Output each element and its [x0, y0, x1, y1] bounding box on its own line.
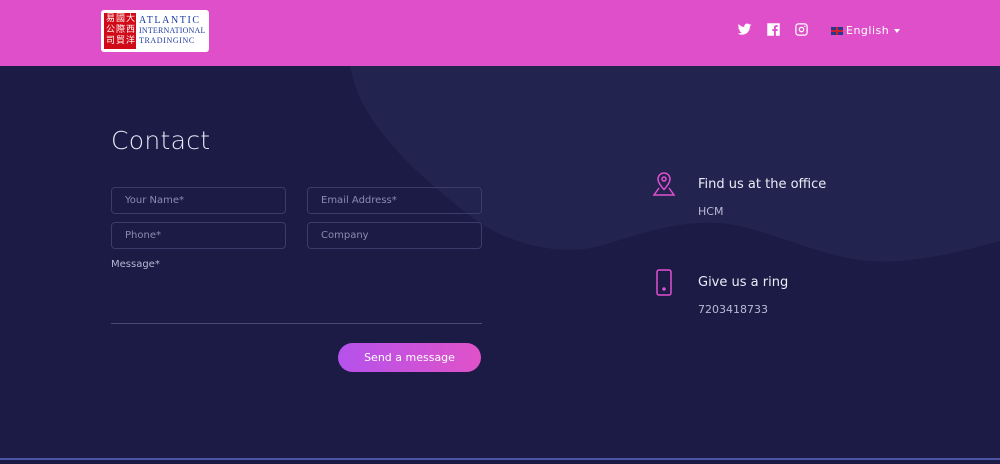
facebook-icon [767, 23, 780, 36]
twitter-link[interactable] [737, 22, 752, 37]
instagram-link[interactable] [794, 22, 809, 37]
facebook-link[interactable] [766, 22, 781, 37]
language-label: English [846, 24, 890, 37]
logo-line-1: ATLANTIC [139, 15, 201, 26]
footer-divider [0, 458, 1000, 460]
office-title: Find us at the office [698, 177, 827, 192]
phone-input[interactable] [111, 222, 286, 249]
contact-heading: Contact [111, 126, 211, 155]
twitter-icon [737, 23, 752, 35]
ring-title: Give us a ring [698, 275, 789, 290]
logo-text: ATLANTIC INTERNATIONAL TRADINGINC [139, 16, 206, 46]
instagram-icon [795, 23, 808, 36]
mobile-phone-icon [655, 269, 673, 300]
caret-down-icon [894, 28, 901, 33]
send-message-button[interactable]: Send a message [338, 343, 481, 372]
site-header: 易 國 大 公 際 西 司 貿 洋 ATLANTIC INTERNATIONAL… [0, 0, 1000, 66]
logo-line-2: INTERNATIONAL [139, 26, 206, 35]
company-logo[interactable]: 易 國 大 公 際 西 司 貿 洋 ATLANTIC INTERNATIONAL… [101, 10, 209, 52]
message-label: Message* [111, 259, 160, 270]
uk-flag-icon [831, 26, 843, 35]
phone-number: 7203418733 [698, 303, 768, 316]
logo-seal: 易 國 大 公 際 西 司 貿 洋 [104, 13, 136, 49]
office-value: HCM [698, 205, 724, 218]
message-input[interactable] [111, 272, 482, 324]
email-input[interactable] [307, 187, 482, 214]
company-input[interactable] [307, 222, 482, 249]
language-selector[interactable]: English [831, 24, 901, 37]
location-pin-icon [652, 171, 676, 201]
name-input[interactable] [111, 187, 286, 214]
logo-line-3: TRADINGINC [139, 36, 195, 45]
